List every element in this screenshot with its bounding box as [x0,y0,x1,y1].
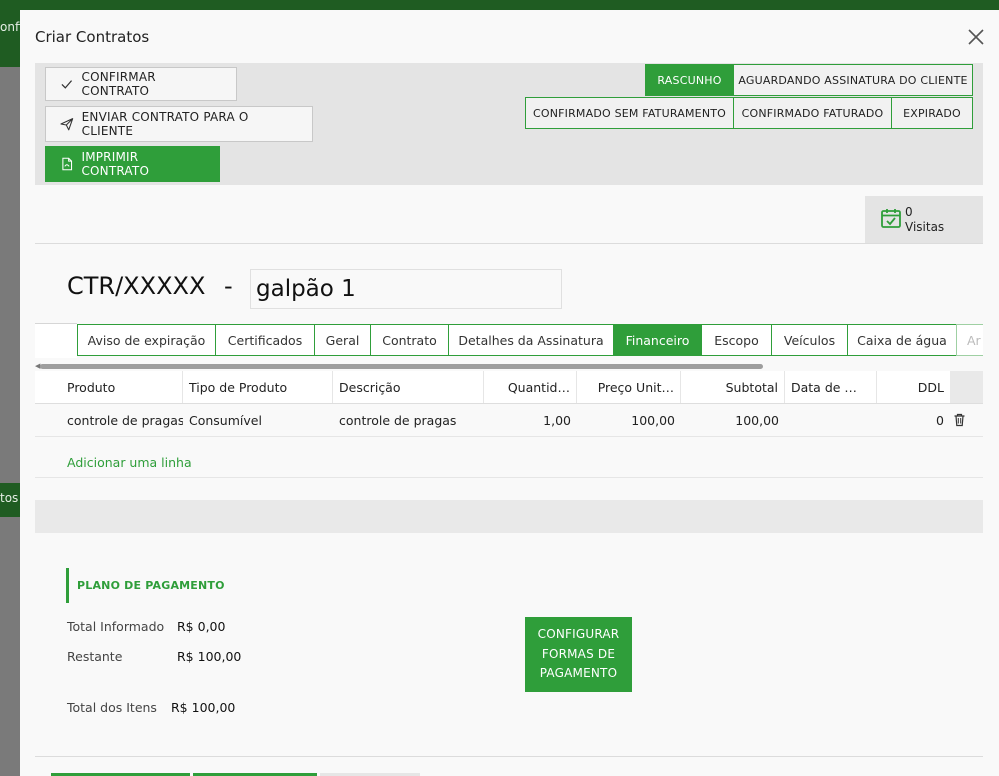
payment-plan-header: PLANO DE PAGAMENTO [66,568,225,603]
tab-general[interactable]: Geral [314,324,371,356]
confirm-contract-label: CONFIRMAR CONTRATO [81,70,156,98]
column-header-date[interactable]: Data de … [785,371,877,403]
tab-scope[interactable]: Escopo [701,324,772,356]
stage-awaiting-signature[interactable]: AGUARDANDO ASSINATURA DO CLIENTE [733,64,973,96]
column-header-unit-price[interactable]: Preço Unit… [577,371,681,403]
background-sidebar [0,67,20,483]
pdf-file-icon [62,157,73,171]
table-row[interactable]: controle de pragas Consumível controle d… [35,404,983,437]
tab-contract[interactable]: Contrato [370,324,449,356]
table-header: Produto Tipo de Produto Descrição Quanti… [35,371,983,404]
tab-overflow[interactable]: Ar [956,324,983,356]
tab-bar-left-spacer [35,323,77,358]
column-header-product-type[interactable]: Tipo de Produto [183,371,333,403]
column-header-product[interactable]: Produto [61,371,183,403]
total-informed-label: Total Informado [67,619,165,634]
cell-product-type[interactable]: Consumível [183,404,333,436]
cell-ddl[interactable]: 0 [877,404,950,436]
column-header-description[interactable]: Descrição [333,371,484,403]
stage-expired[interactable]: EXPIRADO [891,97,973,129]
contract-separator: - [224,272,233,300]
cell-unit-price[interactable]: 100,00 [577,404,681,436]
tab-bar: Aviso de expiração Certificados Geral Co… [35,323,983,359]
print-contract-button[interactable]: IMPRIMIR CONTRATO [45,146,220,182]
calendar-check-icon [881,209,901,228]
send-contract-button[interactable]: ENVIAR CONTRATO PARA O CLIENTE [45,106,313,142]
header-divider [35,243,983,244]
visits-count: 0 [905,205,913,219]
tab-expiration-notice[interactable]: Aviso de expiração [77,324,216,356]
cell-quantity[interactable]: 1,00 [484,404,577,436]
background-sidebar-lower [0,517,20,776]
column-header-subtotal[interactable]: Subtotal [681,371,785,403]
trash-icon[interactable] [953,413,966,427]
table-header-end [950,371,983,403]
confirm-contract-button[interactable]: CONFIRMAR CONTRATO [45,67,237,101]
total-items-value: R$ 100,00 [171,700,236,715]
total-items-label: Total dos Itens [67,700,157,715]
column-header-quantity[interactable]: Quantid… [484,371,577,403]
create-contract-modal: Criar Contratos CONFIRMAR CONTRATO ENVIA… [20,10,999,776]
paper-plane-icon [60,118,74,131]
check-icon [61,80,73,89]
remaining-label: Restante [67,649,123,664]
status-bar: CONFIRMAR CONTRATO ENVIAR CONTRATO PARA … [35,63,983,185]
column-header-ddl[interactable]: DDL [877,371,950,403]
configure-payment-methods-button[interactable]: CONFIGURAR FORMAS DE PAGAMENTO [525,617,632,692]
cell-date[interactable] [785,404,877,436]
modal-title: Criar Contratos [35,28,150,46]
table-bottom-border [35,477,983,478]
background-menu-text: tos [0,491,19,505]
background-menu-bar: tos [0,483,20,517]
contract-name-input[interactable] [250,269,562,309]
stage-confirmed-billed[interactable]: CONFIRMADO FATURADO [733,97,892,129]
contract-reference: CTR/XXXXX [67,272,206,300]
total-informed-value: R$ 0,00 [177,619,226,634]
cell-description[interactable]: controle de pragas [333,404,484,436]
tab-certificates[interactable]: Certificados [215,324,315,356]
tab-vehicles[interactable]: Veículos [771,324,848,356]
tab-signature-details[interactable]: Detalhes da Assinatura [448,324,614,356]
cell-subtotal[interactable]: 100,00 [681,404,785,436]
cell-product[interactable]: controle de pragas [61,404,183,436]
section-separator-band [35,500,983,533]
footer-divider [35,756,983,757]
visits-label: Visitas [905,220,945,234]
stage-confirmed-no-billing[interactable]: CONFIRMADO SEM FATURAMENTO [525,97,734,129]
stage-rascunho[interactable]: RASCUNHO [645,64,734,96]
send-contract-label: ENVIAR CONTRATO PARA O CLIENTE [81,110,249,138]
visits-button[interactable]: 0 Visitas [865,196,983,243]
remaining-value: R$ 100,00 [177,649,242,664]
add-line-link[interactable]: Adicionar uma linha [67,455,192,470]
tab-financial[interactable]: Financeiro [613,324,702,356]
tab-water-tank[interactable]: Caixa de água [847,324,957,356]
tab-horizontal-scrollbar[interactable] [40,364,763,369]
print-contract-label: IMPRIMIR CONTRATO [81,150,150,178]
close-icon[interactable] [966,27,986,47]
